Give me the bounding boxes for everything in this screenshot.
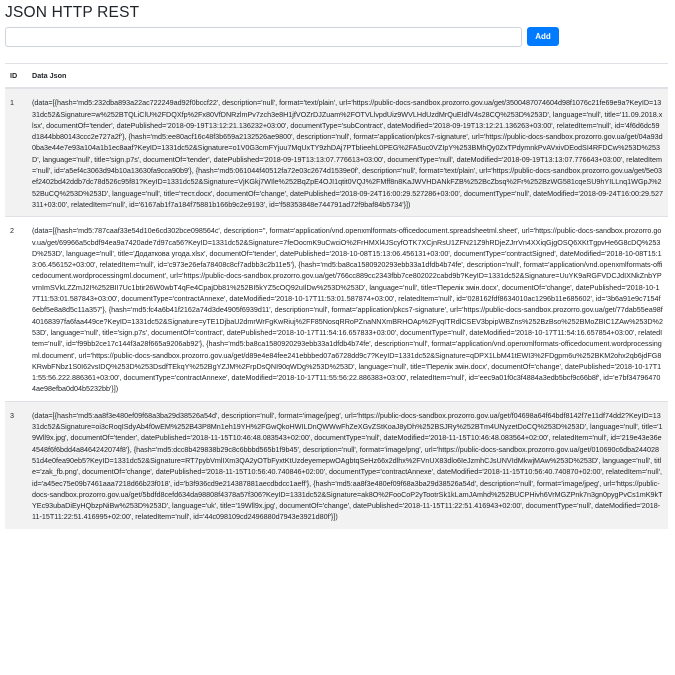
row-id: 3	[5, 400, 27, 529]
table-row: 1 (data=[{hash='md5:232dba893a22ac722249…	[5, 87, 668, 217]
table-header-row: ID Data Json	[5, 63, 668, 90]
column-header-id: ID	[5, 63, 27, 90]
add-form: Add	[5, 27, 665, 47]
table-row: 3 (data=[{hash='md5:aa8f3e480ef09f68a3ba…	[5, 400, 668, 529]
page-title: JSON HTTP REST	[5, 4, 140, 21]
data-table: ID Data Json 1 (data=[{hash='md5:232dba8…	[5, 63, 668, 529]
row-id: 1	[5, 87, 27, 217]
table-row: 2 (data=[{hash='md5:787caaf33e54d10e6cd3…	[5, 216, 668, 402]
row-data-json: (data=[{hash='md5:787caaf33e54d10e6cd302…	[27, 216, 668, 402]
column-header-data-json: Data Json	[27, 63, 668, 90]
add-button[interactable]: Add	[527, 27, 559, 46]
row-data-json: (data=[{hash='md5:aa8f3e480ef09f68a3ba29…	[27, 400, 668, 529]
row-data-json: (data=[{hash='md5:232dba893a22ac722249ad…	[27, 87, 668, 217]
row-id: 2	[5, 216, 27, 402]
json-input[interactable]	[5, 27, 522, 47]
